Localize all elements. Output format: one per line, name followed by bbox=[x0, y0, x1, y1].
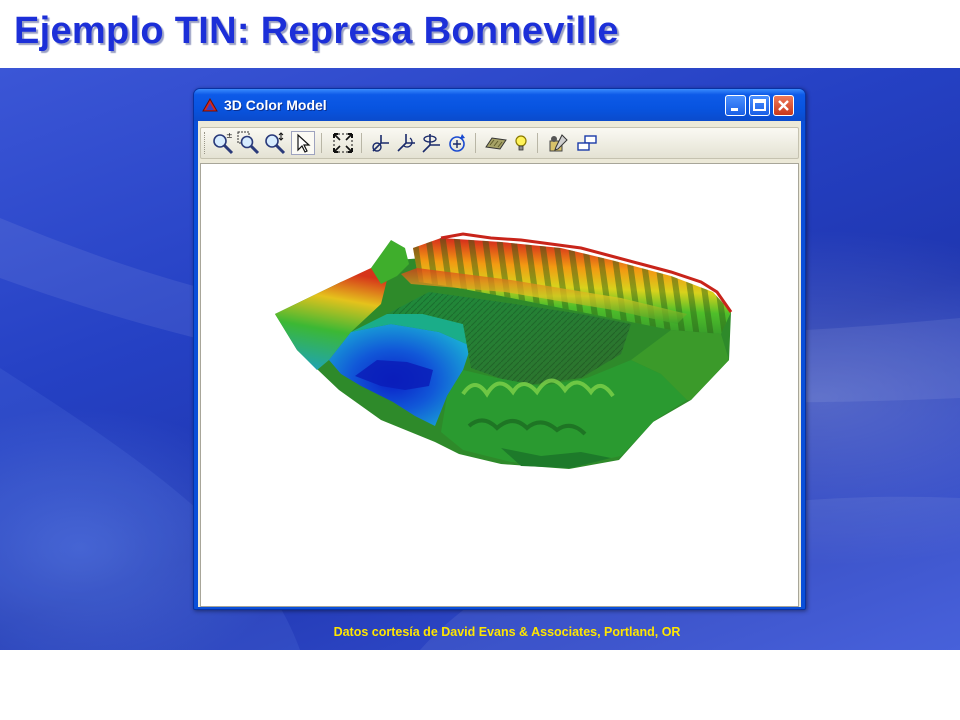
minimize-button[interactable] bbox=[725, 95, 746, 116]
view-toolbar: ± bbox=[200, 127, 799, 159]
close-icon bbox=[778, 100, 789, 111]
app-icon bbox=[202, 98, 218, 112]
slide-title: Ejemplo TIN: Represa Bonneville bbox=[14, 10, 619, 52]
fit-view-button[interactable] bbox=[331, 131, 355, 155]
minimize-icon bbox=[731, 108, 738, 111]
3d-view-canvas[interactable] bbox=[200, 163, 799, 607]
toolbar-separator bbox=[475, 133, 476, 153]
settings-icon bbox=[549, 134, 568, 152]
view-layout-button[interactable] bbox=[575, 131, 599, 155]
rotate-icon bbox=[397, 134, 415, 152]
select-pointer-button[interactable] bbox=[291, 131, 315, 155]
zoom-extents-button[interactable] bbox=[263, 131, 287, 155]
toolbar-separator bbox=[321, 133, 322, 153]
light-button[interactable] bbox=[509, 131, 533, 155]
tilt-button[interactable] bbox=[419, 131, 443, 155]
data-credit: Datos cortesía de David Evans & Associat… bbox=[333, 625, 681, 639]
zoom-extents-icon bbox=[265, 132, 286, 155]
tilt-icon bbox=[422, 134, 440, 153]
toolbar-separator bbox=[361, 133, 362, 153]
select-pointer-icon bbox=[297, 133, 311, 153]
fit-view-icon bbox=[333, 133, 353, 153]
tin-surface-model bbox=[275, 232, 733, 469]
rotate-button[interactable] bbox=[394, 131, 418, 155]
pan-icon bbox=[372, 135, 389, 152]
maximize-icon bbox=[753, 99, 766, 111]
light-bulb-icon bbox=[515, 135, 527, 151]
window-titlebar[interactable]: 3D Color Model bbox=[194, 89, 805, 121]
settings-button[interactable] bbox=[547, 131, 571, 155]
close-button[interactable] bbox=[773, 95, 794, 116]
3d-color-model-window: 3D Color Model ± bbox=[193, 88, 806, 610]
zoom-window-icon bbox=[237, 131, 260, 155]
orbit-icon bbox=[449, 134, 465, 152]
orbit-button[interactable] bbox=[445, 131, 469, 155]
zoom-window-button[interactable] bbox=[237, 131, 261, 155]
pan-button[interactable] bbox=[369, 131, 393, 155]
texture-icon bbox=[485, 137, 507, 150]
view-layout-icon bbox=[577, 135, 597, 151]
toolbar-grip[interactable] bbox=[204, 132, 208, 154]
texture-button[interactable] bbox=[484, 131, 508, 155]
window-title: 3D Color Model bbox=[224, 97, 327, 113]
maximize-button[interactable] bbox=[749, 95, 770, 116]
svg-text:±: ± bbox=[226, 131, 233, 140]
toolbar-separator bbox=[537, 133, 538, 153]
zoom-in-out-button[interactable]: ± bbox=[211, 131, 235, 155]
window-client-area: ± bbox=[198, 121, 801, 607]
zoom-in-out-icon: ± bbox=[213, 131, 234, 155]
